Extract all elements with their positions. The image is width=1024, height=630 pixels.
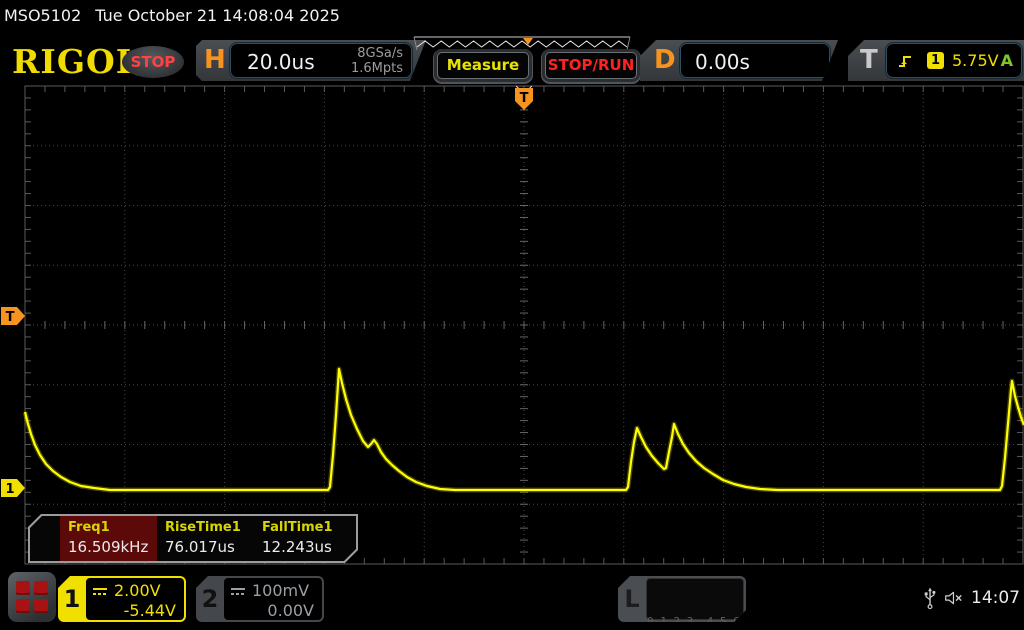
- measurement-panel-body: Freq1 16.509kHz RiseTime1 76.017us FallT…: [30, 516, 356, 561]
- dc-coupling-icon: [231, 587, 245, 595]
- stop-run-button[interactable]: STOP/RUN: [545, 52, 637, 79]
- measurement-panel[interactable]: Freq1 16.509kHz RiseTime1 76.017us FallT…: [28, 514, 358, 563]
- run-state-badge[interactable]: STOP: [122, 46, 184, 78]
- timebase-value: 20.0us: [247, 50, 315, 74]
- grid-icon: [16, 599, 30, 613]
- usb-icon: [924, 587, 936, 610]
- svg-text:T: T: [6, 310, 15, 325]
- channel2-scale: 100mV: [252, 581, 310, 600]
- measurement-label: FallTime1: [262, 520, 333, 535]
- rising-edge-icon: [899, 55, 911, 67]
- channel2-widget[interactable]: 2 100mV 0.00V: [196, 576, 324, 622]
- trigger-label: T: [860, 45, 878, 75]
- delay-value: 0.00s: [695, 50, 750, 74]
- waveform-overview-strip[interactable]: [413, 36, 631, 52]
- trigger-mode: A: [1000, 51, 1013, 70]
- timebase-box[interactable]: 20.0us 8GSa/s 1.6Mpts: [230, 43, 412, 78]
- horizontal-label: H: [204, 45, 226, 75]
- logic-channel-list: 0 1 2 3 4 5 6 7 8 9 1011 12131415: [646, 578, 744, 620]
- measurement-falltime1[interactable]: FallTime1 12.243us: [254, 516, 351, 561]
- measurement-value: 76.017us: [165, 538, 235, 556]
- delay-widget[interactable]: D 0.00s: [640, 40, 838, 81]
- sample-rate: 8GSa/s: [357, 46, 403, 61]
- trigger-widget[interactable]: T 1 5.75V A: [848, 40, 1024, 81]
- rigol-logo: RIGOL: [12, 42, 140, 81]
- measurement-risetime1[interactable]: RiseTime1 76.017us: [157, 516, 254, 561]
- trigger-box[interactable]: 1 5.75V A: [886, 43, 1022, 78]
- channel1-offset: -5.44V: [123, 601, 176, 620]
- measurement-value: 12.243us: [262, 538, 332, 556]
- channel1-settings: 2.00V -5.44V: [86, 578, 184, 620]
- delay-box[interactable]: 0.00s: [680, 43, 830, 78]
- measurement-value: 16.509kHz: [68, 538, 149, 556]
- trigger-level-value: 5.75V: [952, 51, 999, 70]
- channel2-settings: 100mV 0.00V: [224, 578, 322, 620]
- channel2-offset: 0.00V: [267, 601, 314, 620]
- grid-icon: [34, 581, 48, 595]
- dc-coupling-icon: [93, 587, 107, 595]
- svg-text:T: T: [520, 91, 529, 106]
- horizontal-widget[interactable]: H 20.0us 8GSa/s 1.6Mpts: [196, 40, 426, 81]
- menu-grid-button[interactable]: [8, 572, 56, 622]
- logic-channels-widget[interactable]: L 0 1 2 3 4 5 6 7 8 9 1011 12131415: [618, 576, 746, 622]
- grid-icon: [34, 599, 48, 613]
- acquisition-rates: 8GSa/s 1.6Mpts: [351, 46, 403, 76]
- channel1-widget[interactable]: 1 2.00V -5.44V: [58, 576, 186, 622]
- measure-button[interactable]: Measure: [437, 52, 529, 79]
- measurement-label: Freq1: [68, 520, 110, 535]
- trigger-source-badge: 1: [927, 52, 944, 69]
- measurement-label: RiseTime1: [165, 520, 241, 535]
- delay-label: D: [654, 45, 676, 75]
- channel1-scale: 2.00V: [114, 581, 161, 600]
- memory-depth: 1.6Mpts: [350, 61, 403, 76]
- oscilloscope-screen: MSO5102 Tue October 21 14:08:04 2025 T1T …: [0, 0, 1024, 630]
- svg-text:1: 1: [5, 482, 14, 497]
- measurement-freq1[interactable]: Freq1 16.509kHz: [60, 516, 157, 561]
- clock: 14:07: [971, 588, 1020, 608]
- speaker-muted-icon: [945, 591, 962, 605]
- grid-icon: [16, 581, 30, 595]
